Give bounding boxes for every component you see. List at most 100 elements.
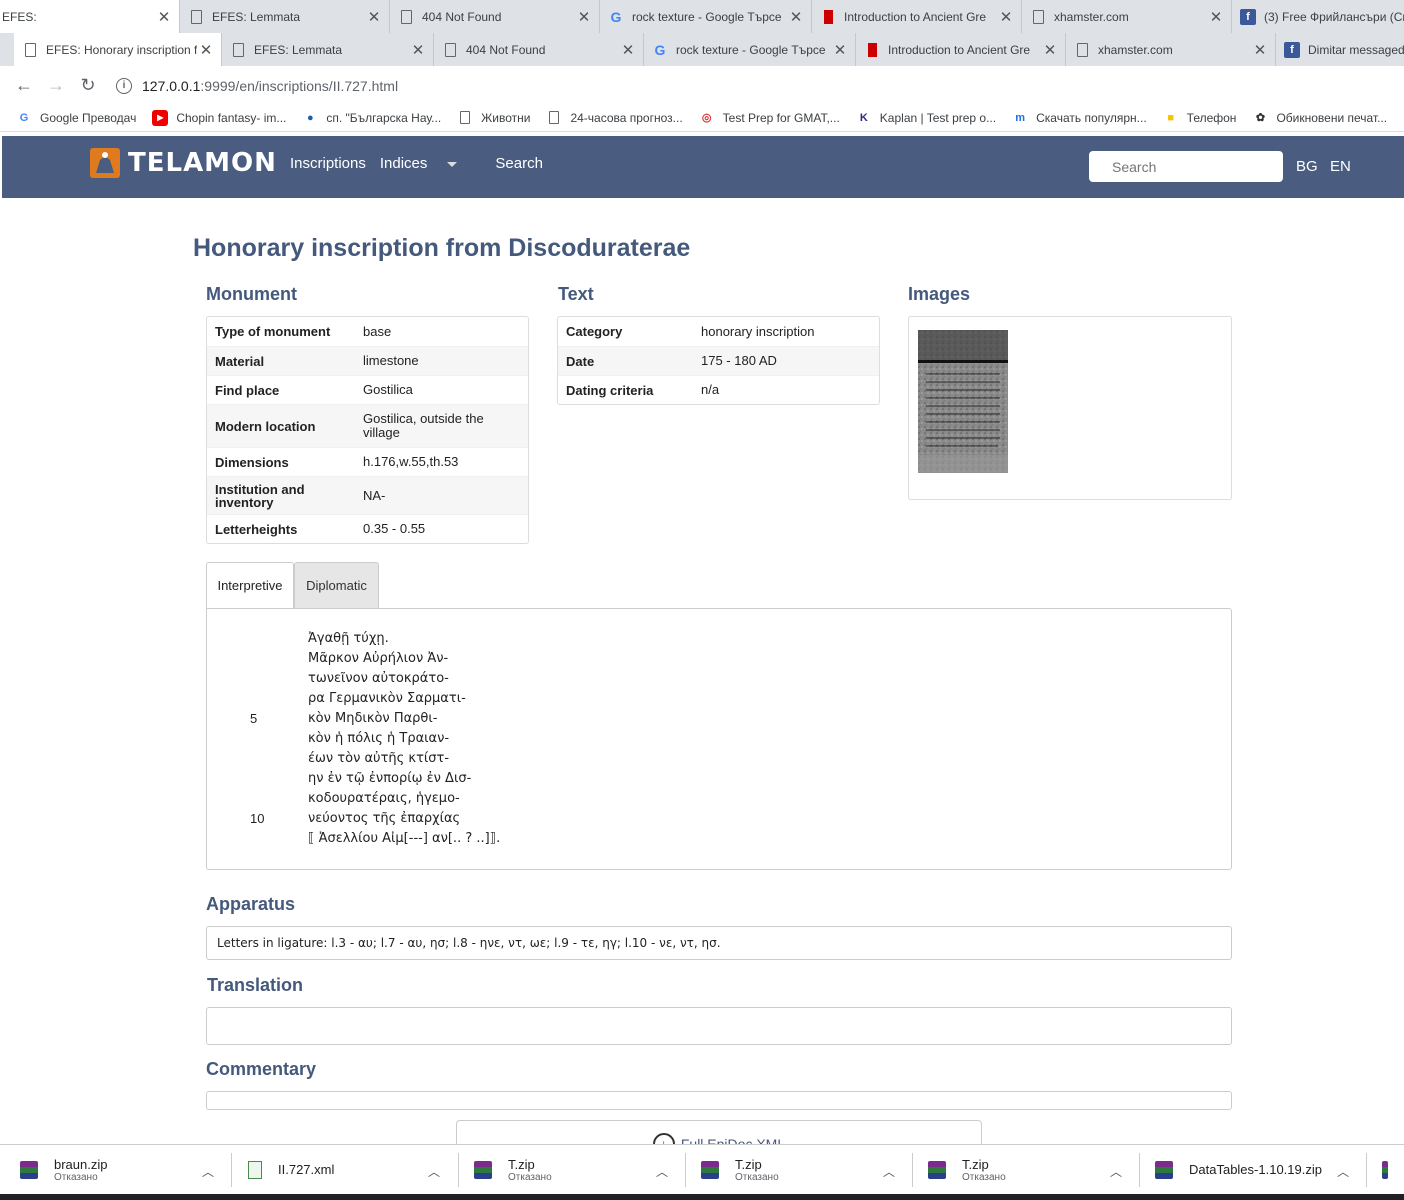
browser-tab[interactable]: G rock texture - Google Търсе ✕ xyxy=(644,33,856,66)
close-icon[interactable]: ✕ xyxy=(409,41,427,59)
back-arrow-icon[interactable]: ← xyxy=(8,75,40,96)
site-search-input[interactable] xyxy=(1089,151,1283,182)
close-icon[interactable]: ✕ xyxy=(1251,41,1269,59)
url-field[interactable]: i 127.0.0.1:9999/en/inscriptions/II.727.… xyxy=(116,72,1396,99)
info-icon[interactable]: i xyxy=(116,77,132,94)
xml-download-button[interactable]: ↓ Full EpiDoc XML xyxy=(456,1120,982,1144)
reload-icon[interactable]: ↻ xyxy=(72,75,104,96)
lang-bg[interactable]: BG xyxy=(1296,158,1318,175)
bookmark-item[interactable]: m Скачать популярн... xyxy=(1012,110,1146,126)
folder-icon: ■ xyxy=(1167,111,1174,124)
download-item[interactable]: T.zip Отказано ︿ xyxy=(928,1145,1140,1195)
browser-tab[interactable]: EFES: Lemmata ✕ xyxy=(222,33,434,66)
document-icon xyxy=(442,42,458,58)
line-number: 10 xyxy=(250,811,265,826)
text-line: ρα Γερμανικὸν Σαρματι- xyxy=(308,691,466,706)
browser-tab[interactable]: Introduction to Ancient Gre ✕ xyxy=(856,33,1066,66)
book-icon xyxy=(864,42,880,58)
field-label: Find place xyxy=(215,382,280,398)
table-row: Type of monument base xyxy=(207,317,528,346)
browser-tab[interactable]: EFES: ✕ xyxy=(0,0,180,33)
download-item[interactable]: DataTables-1.10.19.zip ︿ xyxy=(1155,1145,1367,1195)
forward-arrow-icon[interactable]: → xyxy=(40,75,72,96)
tab-interpretive[interactable]: Interpretive xyxy=(206,562,294,608)
nav-indices[interactable]: Indices xyxy=(380,155,472,172)
browser-tab[interactable]: xhamster.com ✕ xyxy=(1022,0,1232,33)
warrior-icon xyxy=(90,148,120,178)
chevron-up-icon[interactable]: ︿ xyxy=(202,1163,214,1180)
download-item[interactable]: T.zip Отказано ︿ xyxy=(701,1145,913,1195)
chevron-up-icon[interactable]: ︿ xyxy=(428,1163,440,1180)
browser-tab[interactable]: xhamster.com ✕ xyxy=(1066,33,1276,66)
browser-tab[interactable]: 404 Not Found ✕ xyxy=(434,33,644,66)
commentary-box xyxy=(206,1091,1232,1110)
site-logo[interactable]: TELAMON xyxy=(88,146,277,180)
bookmark-item[interactable]: ■ Телефон xyxy=(1163,110,1236,126)
chevron-up-icon[interactable]: ︿ xyxy=(1337,1163,1349,1180)
tab-diplomatic[interactable]: Diplomatic xyxy=(294,562,379,608)
download-name: T.zip xyxy=(962,1156,989,1172)
close-icon[interactable]: ✕ xyxy=(575,8,593,26)
youtube-icon: ▶ xyxy=(152,109,169,126)
bookmark-item[interactable]: K Kaplan | Test prep o... xyxy=(856,110,996,126)
tab-strip: EFES: Honorary inscription f ✕ EFES: Lem… xyxy=(0,33,1404,66)
close-icon[interactable]: ✕ xyxy=(619,41,637,59)
downloads-bar: braun.zip Отказано ︿ II.727.xml ︿ T.zip От… xyxy=(0,1144,1404,1194)
text-line: τωνεῖνον αὐτοκράτο- xyxy=(308,671,449,686)
lang-en[interactable]: EN xyxy=(1330,158,1351,175)
chevron-up-icon[interactable]: ︿ xyxy=(883,1163,895,1180)
address-bar: ← → ↻ i 127.0.0.1:9999/en/inscriptions/I… xyxy=(0,66,1404,104)
browser-tab[interactable]: G rock texture - Google Търсе ✕ xyxy=(600,0,812,33)
browser-tab[interactable]: f (3) Free Фрийлансъри (Cr xyxy=(1232,0,1404,33)
close-icon[interactable]: ✕ xyxy=(1207,8,1225,26)
taskbar-edge xyxy=(0,1194,1404,1200)
monument-heading: Monument xyxy=(206,284,297,304)
archive-icon xyxy=(701,1161,719,1179)
divider xyxy=(685,1153,686,1187)
browser-tab-active[interactable]: EFES: Honorary inscription f ✕ xyxy=(14,33,222,66)
stone-image-graphic xyxy=(918,330,1008,473)
xml-button-label: Full EpiDoc XML xyxy=(680,1136,786,1144)
close-icon[interactable]: ✕ xyxy=(1041,41,1059,59)
apparatus-box: Letters in ligature: l.3 - αυ; l.7 - αυ,… xyxy=(206,926,1232,960)
browser-tab[interactable]: Introduction to Ancient Gre ✕ xyxy=(812,0,1022,33)
bookmark-item[interactable]: Животни xyxy=(457,110,530,126)
divider xyxy=(231,1153,232,1187)
download-name: DataTables-1.10.19.zip xyxy=(1189,1162,1322,1177)
bookmark-item[interactable]: G Google Преводач xyxy=(16,110,137,126)
nav-inscriptions[interactable]: Inscriptions xyxy=(290,155,366,172)
tab-title: rock texture - Google Търсе xyxy=(632,9,782,24)
field-value: NA- xyxy=(363,487,386,503)
chevron-up-icon[interactable]: ︿ xyxy=(656,1163,668,1180)
download-item[interactable]: II.727.xml ︿ xyxy=(248,1145,460,1195)
close-icon[interactable]: ✕ xyxy=(787,8,805,26)
document-icon xyxy=(22,42,38,58)
site-navbar: TELAMON Inscriptions Indices Search BG E… xyxy=(2,136,1404,198)
apparatus-text: Letters in ligature: l.3 - αυ; l.7 - αυ,… xyxy=(217,936,721,950)
inscription-photo[interactable] xyxy=(918,330,1008,473)
google-icon: G xyxy=(610,8,622,25)
browser-tab[interactable]: f Dimitar messaged xyxy=(1276,33,1404,66)
table-row: Dating criteria n/a xyxy=(558,375,879,404)
close-icon[interactable]: ✕ xyxy=(997,8,1015,26)
bookmark-item[interactable]: ● сп. "Българска Нау... xyxy=(302,110,441,126)
download-item[interactable]: braun.zip Отказано ︿ xyxy=(20,1145,232,1195)
nav-search[interactable]: Search xyxy=(495,155,543,172)
close-icon[interactable]: ✕ xyxy=(831,41,849,59)
bookmark-item[interactable]: 24-часова прогноз... xyxy=(546,110,683,126)
chevron-up-icon[interactable]: ︿ xyxy=(1110,1163,1122,1180)
bookmark-label: Chopin fantasy- im... xyxy=(176,110,287,125)
browser-tab[interactable]: EFES: Lemmata ✕ xyxy=(180,0,390,33)
download-status: Отказано xyxy=(54,1171,98,1183)
field-label: Dating criteria xyxy=(566,382,654,398)
bookmark-item[interactable]: ▶ Chopin fantasy- im... xyxy=(152,109,287,126)
bookmark-item[interactable]: ◎ Test Prep for GMAT,... xyxy=(699,110,840,126)
close-icon[interactable]: ✕ xyxy=(155,8,173,26)
bookmark-item[interactable]: ✿ Обикновени печат... xyxy=(1252,110,1387,126)
download-item-partial[interactable] xyxy=(1382,1145,1404,1195)
browser-tab[interactable]: 404 Not Found ✕ xyxy=(390,0,600,33)
download-item[interactable]: T.zip Отказано ︿ xyxy=(474,1145,686,1195)
close-icon[interactable]: ✕ xyxy=(365,8,383,26)
close-icon[interactable]: ✕ xyxy=(197,41,215,59)
table-row: Find place Gostilica xyxy=(207,375,528,404)
